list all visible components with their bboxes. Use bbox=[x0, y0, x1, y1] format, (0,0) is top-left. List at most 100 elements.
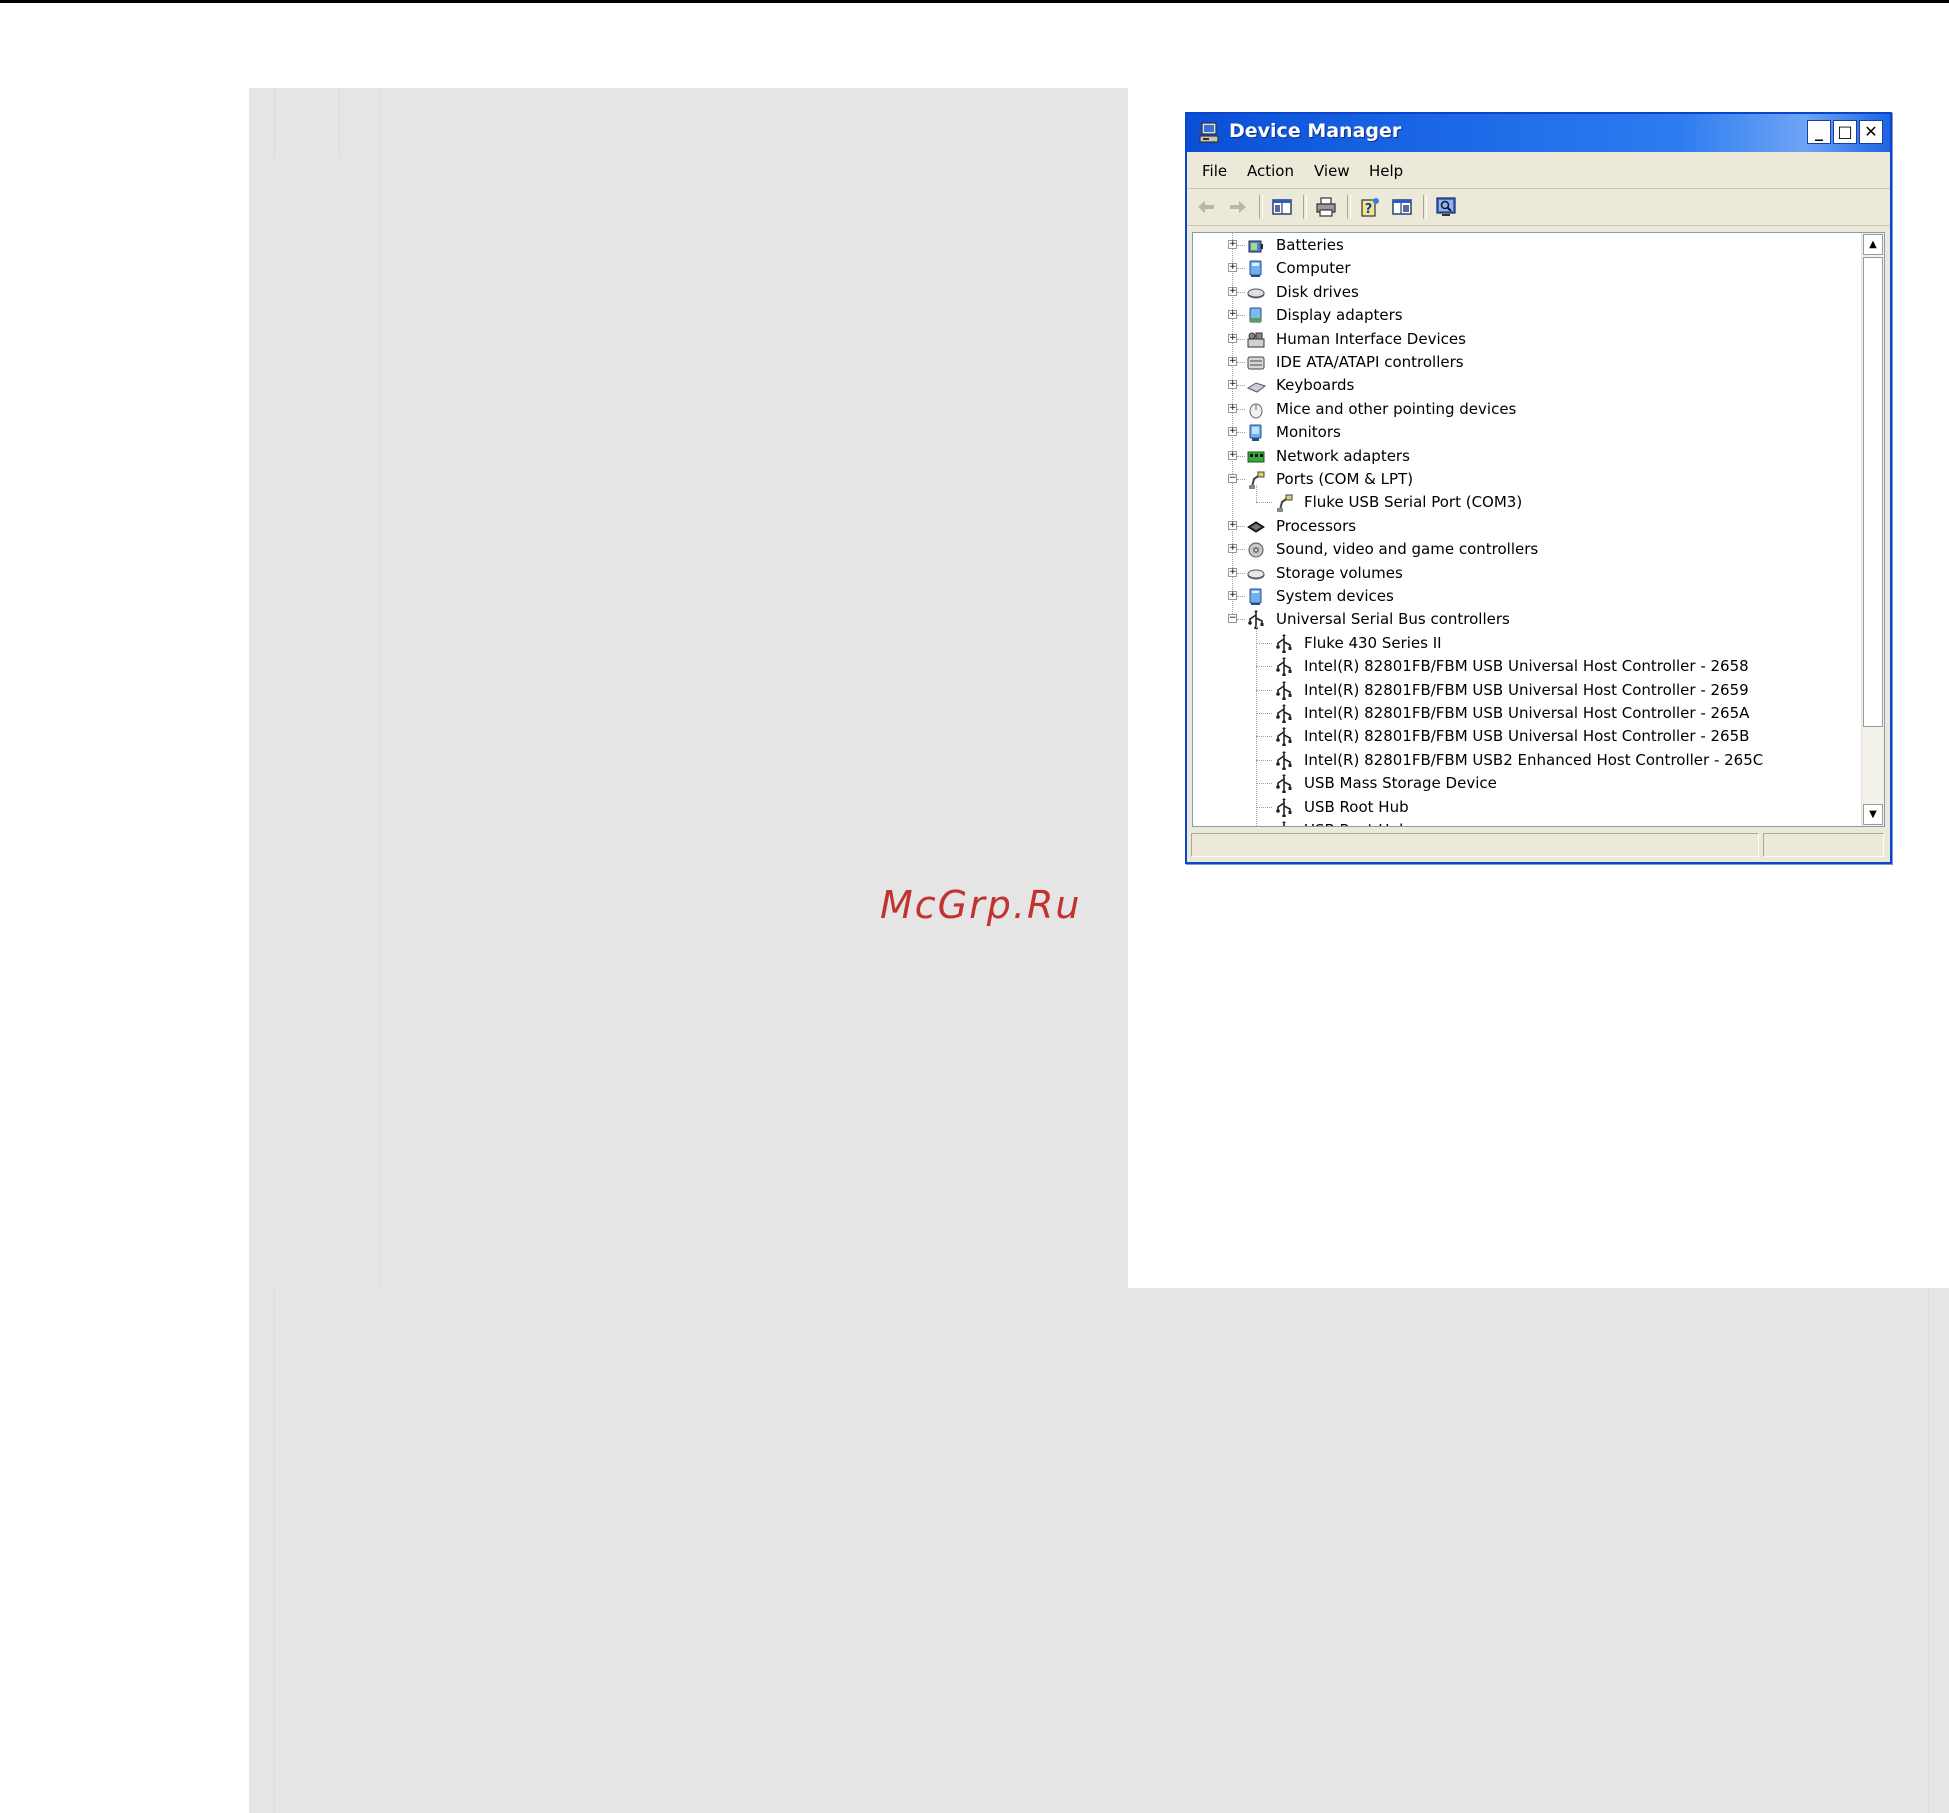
device-manager-icon bbox=[1199, 122, 1219, 143]
collapse-toggle-icon[interactable]: − bbox=[1228, 474, 1237, 483]
hid-icon bbox=[1247, 332, 1265, 348]
back-icon[interactable] bbox=[1195, 196, 1217, 218]
menu-action[interactable]: Action bbox=[1247, 162, 1294, 180]
show-hide-console-tree-icon[interactable] bbox=[1271, 196, 1293, 218]
tree-item-label: Batteries bbox=[1276, 236, 1344, 254]
tree-child-item[interactable]: Intel(R) 82801FB/FBM USB Universal Host … bbox=[1193, 725, 1861, 748]
tree-connector bbox=[1237, 572, 1245, 574]
tree-category-item[interactable]: + System devices bbox=[1193, 585, 1861, 608]
tree-item-label: IDE ATA/ATAPI controllers bbox=[1276, 353, 1464, 371]
tree-connector bbox=[1237, 408, 1245, 410]
help-icon[interactable]: ? bbox=[1359, 196, 1381, 218]
expand-toggle-icon[interactable]: + bbox=[1228, 357, 1237, 366]
tree-category-item[interactable]: + Disk drives bbox=[1193, 281, 1861, 304]
tree-category-item[interactable]: + Mice and other pointing devices bbox=[1193, 398, 1861, 421]
tree-child-item[interactable]: Intel(R) 82801FB/FBM USB Universal Host … bbox=[1193, 679, 1861, 702]
tree-category-item[interactable]: + Monitors bbox=[1193, 421, 1861, 444]
device-manager-window: Device Manager _ □ ✕ File Action View He… bbox=[1185, 112, 1892, 864]
scroll-thumb[interactable] bbox=[1863, 257, 1883, 727]
maximize-button[interactable]: □ bbox=[1833, 120, 1857, 144]
tree-child-item[interactable]: Fluke 430 Series II bbox=[1193, 632, 1861, 655]
tree-category-item[interactable]: − Ports (COM & LPT) bbox=[1193, 468, 1861, 491]
expand-toggle-icon[interactable]: + bbox=[1228, 263, 1237, 273]
tree-category-item[interactable]: + Batteries bbox=[1193, 234, 1861, 257]
tree-connector bbox=[1256, 485, 1257, 503]
expand-toggle-icon[interactable]: + bbox=[1228, 403, 1237, 413]
tree-category-item[interactable]: + Sound, video and game controllers bbox=[1193, 538, 1861, 561]
tree-child-item[interactable]: Intel(R) 82801FB/FBM USB Universal Host … bbox=[1193, 702, 1861, 725]
scroll-up-button[interactable]: ▲ bbox=[1863, 234, 1883, 255]
tree-child-item[interactable]: Intel(R) 82801FB/FBM USB Universal Host … bbox=[1193, 655, 1861, 678]
properties-icon[interactable] bbox=[1391, 196, 1413, 218]
tree-item-label: Fluke 430 Series II bbox=[1304, 633, 1442, 652]
tree-category-item[interactable]: + Display adapters bbox=[1193, 304, 1861, 327]
disk-drive-icon bbox=[1247, 288, 1265, 299]
tree-item-label: Intel(R) 82801FB/FBM USB2 Enhanced Host … bbox=[1304, 750, 1764, 769]
minimize-button[interactable]: _ bbox=[1807, 120, 1831, 144]
menu-file[interactable]: File bbox=[1202, 162, 1227, 180]
tree-item-label: Processors bbox=[1276, 516, 1357, 535]
expand-toggle-icon[interactable]: + bbox=[1228, 427, 1237, 437]
tree-connector bbox=[1237, 619, 1245, 621]
tree-item-label: Human Interface Devices bbox=[1276, 329, 1466, 348]
tree-child-item[interactable]: Fluke USB Serial Port (COM3) bbox=[1193, 491, 1861, 514]
tree-connector bbox=[1237, 362, 1245, 363]
tree-category-item[interactable]: + Network adapters bbox=[1193, 445, 1861, 468]
tree-connector bbox=[1237, 525, 1245, 527]
panel-divider bbox=[274, 88, 275, 158]
usb-icon bbox=[1276, 704, 1292, 723]
expand-toggle-icon[interactable]: + bbox=[1228, 286, 1237, 296]
panel-divider bbox=[339, 88, 340, 158]
tree-category-item[interactable]: + Storage volumes bbox=[1193, 562, 1861, 585]
mouse-icon bbox=[1249, 403, 1263, 419]
expand-toggle-icon[interactable]: + bbox=[1228, 544, 1237, 554]
monitor-icon bbox=[1249, 424, 1262, 442]
menu-bar: File Action View Help bbox=[1187, 154, 1890, 189]
port-icon bbox=[1277, 494, 1293, 513]
expand-toggle-icon[interactable]: + bbox=[1228, 591, 1237, 600]
close-button[interactable]: ✕ bbox=[1859, 120, 1883, 144]
tree-item-label: Intel(R) 82801FB/FBM USB Universal Host … bbox=[1304, 680, 1749, 699]
tree-category-item[interactable]: − Universal Serial Bus controllers bbox=[1193, 608, 1861, 631]
expand-toggle-icon[interactable]: + bbox=[1228, 520, 1237, 530]
system-device-icon bbox=[1249, 588, 1262, 605]
collapse-toggle-icon[interactable]: − bbox=[1228, 614, 1237, 624]
scan-hardware-icon[interactable] bbox=[1435, 196, 1457, 218]
tree-category-item[interactable]: + Computer bbox=[1193, 257, 1861, 280]
expand-toggle-icon[interactable]: + bbox=[1228, 567, 1237, 577]
tree-item-label: Intel(R) 82801FB/FBM USB Universal Host … bbox=[1304, 704, 1750, 722]
expand-toggle-icon[interactable]: + bbox=[1228, 333, 1237, 343]
tree-child-item[interactable]: Intel(R) 82801FB/FBM USB2 Enhanced Host … bbox=[1193, 749, 1861, 772]
status-pane-secondary bbox=[1763, 833, 1884, 857]
usb-icon bbox=[1276, 633, 1292, 653]
panel-divider bbox=[1928, 1288, 1929, 1813]
expand-toggle-icon[interactable]: + bbox=[1228, 450, 1237, 460]
tree-item-label: Monitors bbox=[1276, 423, 1341, 442]
tree-child-item[interactable]: USB Mass Storage Device bbox=[1193, 772, 1861, 795]
menu-help[interactable]: Help bbox=[1369, 162, 1403, 180]
title-bar[interactable]: Device Manager _ □ ✕ bbox=[1187, 114, 1890, 152]
device-tree[interactable]: + Batteries + Computer + Disk drives + Display … bbox=[1192, 232, 1885, 827]
expand-toggle-icon[interactable]: + bbox=[1228, 380, 1237, 390]
tree-child-item[interactable]: USB Root Hub bbox=[1193, 819, 1861, 826]
storage-volume-icon bbox=[1247, 569, 1265, 580]
usb-icon bbox=[1276, 727, 1292, 747]
forward-icon[interactable] bbox=[1227, 196, 1249, 218]
page-panel-bottom bbox=[249, 1288, 1949, 1813]
tree-category-item[interactable]: + Processors bbox=[1193, 515, 1861, 538]
toolbar-separator bbox=[1423, 195, 1427, 219]
tree-category-item[interactable]: + Keyboards bbox=[1193, 374, 1861, 397]
print-icon[interactable] bbox=[1315, 196, 1337, 218]
expand-toggle-icon[interactable]: + bbox=[1228, 310, 1237, 320]
tree-category-item[interactable]: + IDE ATA/ATAPI controllers bbox=[1193, 351, 1861, 374]
tree-child-item[interactable]: USB Root Hub bbox=[1193, 796, 1861, 819]
expand-toggle-icon[interactable]: + bbox=[1228, 240, 1237, 249]
network-adapter-icon bbox=[1247, 451, 1265, 463]
tree-item-label: USB Mass Storage Device bbox=[1304, 774, 1497, 793]
tree-connector bbox=[1256, 666, 1272, 668]
scroll-down-button[interactable]: ▼ bbox=[1863, 804, 1883, 825]
menu-view[interactable]: View bbox=[1314, 162, 1350, 180]
vertical-scrollbar[interactable]: ▲ ▼ bbox=[1861, 233, 1884, 826]
tree-connector bbox=[1256, 806, 1272, 808]
tree-category-item[interactable]: + Human Interface Devices bbox=[1193, 328, 1861, 351]
